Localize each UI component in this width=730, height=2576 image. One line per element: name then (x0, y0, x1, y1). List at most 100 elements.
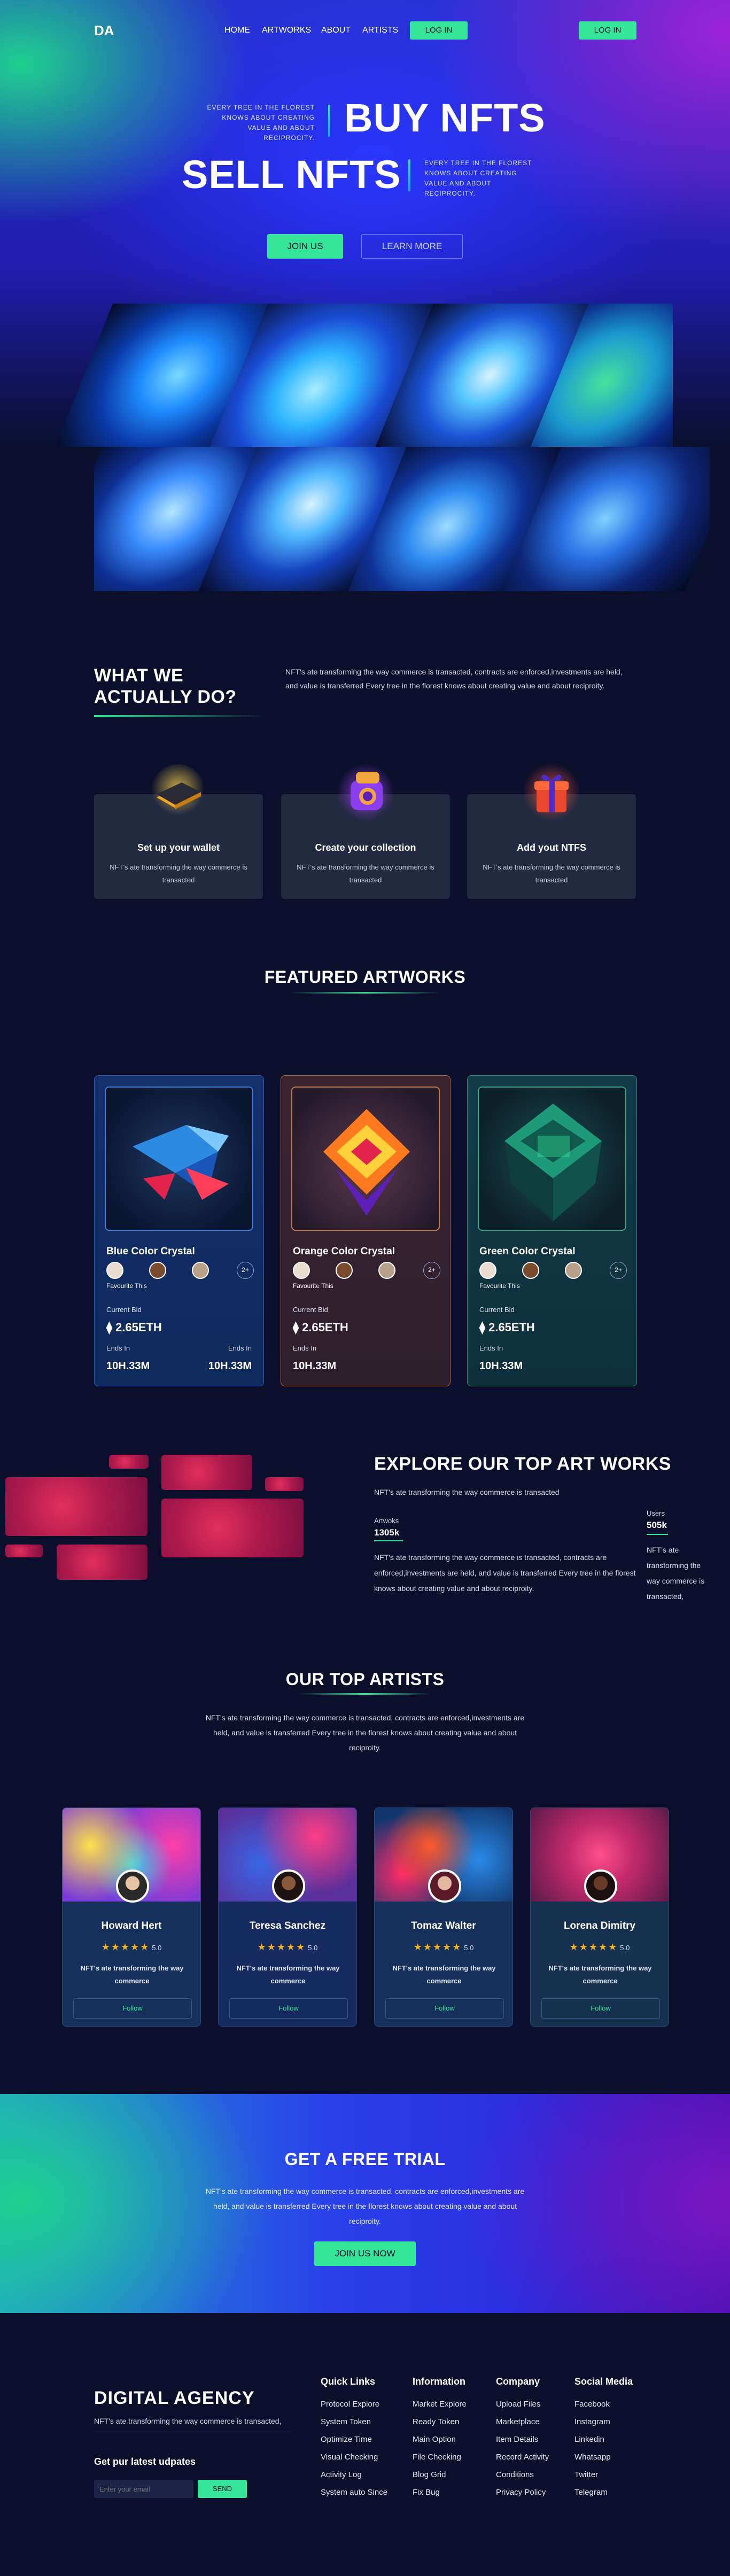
artist-avatar[interactable] (272, 1869, 305, 1903)
footer-link[interactable]: Fix Bug (413, 2488, 440, 2497)
footer-link-telegram[interactable]: Telegram (574, 2488, 608, 2497)
ends-in-label: Ends In (479, 1344, 503, 1352)
footer-link[interactable]: Optimize Time (321, 2435, 372, 2444)
footer-link[interactable]: Conditions (496, 2470, 534, 2479)
avatar[interactable] (336, 1262, 353, 1279)
green-crystal-icon (504, 1104, 602, 1221)
footer-brand-desc: NFT's ate transforming the way commerce … (94, 2417, 282, 2425)
artist-avatar[interactable] (584, 1869, 617, 1903)
nav-home[interactable]: HOME (224, 26, 250, 35)
footer-link[interactable]: Upload Files (496, 2400, 540, 2409)
follow-button[interactable]: Follow (229, 1998, 348, 2019)
bidder-avatars: Favourite This 2+ (106, 1262, 254, 1290)
rating-stars: ★★★★★ 5.0 (569, 1942, 630, 1952)
footer-link[interactable]: Ready Token (413, 2417, 459, 2426)
artist-name: Teresa Sanchez (249, 1920, 326, 1931)
artist-card[interactable]: Tomaz Walter ★★★★★ 5.0 NFT's ate transfor… (374, 1807, 513, 2027)
footer-brand: DIGITAL AGENCY (94, 2388, 255, 2408)
artist-card[interactable]: Lorena Dimitry ★★★★★ 5.0 NFT's ate transf… (530, 1807, 669, 2027)
footer-link-facebook[interactable]: Facebook (574, 2400, 610, 2409)
join-us-now-button[interactable]: JOIN US NOW (314, 2241, 416, 2266)
avatar[interactable] (565, 1262, 582, 1279)
artwork-image-blue[interactable] (105, 1087, 253, 1231)
hero-art-strip-top (57, 304, 673, 447)
newsletter-send-button[interactable]: SEND (198, 2480, 247, 2498)
artist-card[interactable]: Teresa Sanchez ★★★★★ 5.0 NFT's ate transf… (218, 1807, 357, 2027)
artist-card[interactable]: Howard Hert ★★★★★ 5.0 NFT's ate transform… (62, 1807, 201, 2027)
footer-link[interactable]: Item Details (496, 2435, 538, 2444)
footer-link-twitter[interactable]: Twitter (574, 2470, 598, 2479)
footer-col-title: Information (413, 2376, 465, 2387)
footer-link-instagram[interactable]: Instagram (574, 2417, 610, 2426)
follow-button[interactable]: Follow (385, 1998, 504, 2019)
header-login-button[interactable]: LOG IN (579, 21, 636, 40)
artists-title: OUR TOP ARTISTS (285, 1670, 445, 1689)
more-bidders-badge[interactable]: 2+ (237, 1262, 254, 1279)
artwork-card-green[interactable]: Green Color Crystal Favourite This 2+ Cu… (467, 1075, 637, 1386)
footer-link[interactable]: System Token (321, 2417, 371, 2426)
art-tile (161, 1455, 252, 1490)
avatar[interactable]: Favourite This (479, 1262, 520, 1290)
explore-title: EXPLORE OUR TOP ART WORKS (374, 1454, 671, 1474)
hero-art-strip-bottom (94, 447, 710, 591)
footer-link[interactable]: Record Activity (496, 2453, 549, 2462)
camera-icon (337, 763, 394, 821)
artwork-image-orange[interactable] (291, 1087, 440, 1231)
bid-amount: 2.65ETH (488, 1321, 535, 1334)
learn-more-button[interactable]: LEARN MORE (361, 234, 463, 259)
ends-in-label: Ends In (228, 1344, 252, 1352)
more-bidders-badge[interactable]: 2+ (423, 1262, 440, 1279)
footer-link[interactable]: Privacy Policy (496, 2488, 546, 2497)
nav-login-button[interactable]: LOG IN (410, 21, 468, 40)
art-tile (161, 1499, 304, 1557)
footer-link[interactable]: Main Option (413, 2435, 456, 2444)
join-us-button[interactable]: JOIN US (267, 234, 343, 259)
footer-link[interactable]: Blog Grid (413, 2470, 446, 2479)
avatar[interactable]: Favourite This (106, 1262, 147, 1290)
ethereum-icon: ⧫ (479, 1321, 485, 1334)
footer-link[interactable]: Protocol Explore (321, 2400, 379, 2409)
follow-button[interactable]: Follow (73, 1998, 192, 2019)
avatar[interactable] (192, 1262, 209, 1279)
feature-card-desc: NFT's ate transforming the way commerce … (297, 863, 434, 884)
art-tile (265, 1477, 304, 1491)
nav-artists[interactable]: ARTISTS (362, 26, 398, 35)
footer-col-title: Company (496, 2376, 540, 2387)
more-bidders-badge[interactable]: 2+ (610, 1262, 627, 1279)
avatar[interactable] (149, 1262, 166, 1279)
trial-description: NFT's ate transforming the way commerce … (205, 2187, 525, 2225)
artist-avatar[interactable] (428, 1869, 461, 1903)
footer-link-linkedin[interactable]: Linkedin (574, 2435, 604, 2444)
artwork-image-green[interactable] (478, 1087, 626, 1231)
favourite-label: Favourite This (293, 1282, 333, 1290)
art-tile (57, 1545, 147, 1580)
footer-link[interactable]: Visual Checking (321, 2453, 378, 2462)
nav-artworks[interactable]: ARTWORKS (262, 26, 311, 35)
avatar[interactable]: Favourite This (293, 1262, 333, 1290)
rating-value: 5.0 (464, 1944, 474, 1952)
logo[interactable]: DA (94, 22, 114, 39)
footer-link[interactable]: Market Explore (413, 2400, 467, 2409)
artists-description: NFT's ate transforming the way commerce … (205, 1713, 525, 1752)
footer-link[interactable]: Marketplace (496, 2417, 540, 2426)
footer-link[interactable]: File Checking (413, 2453, 461, 2462)
art-tile (5, 1545, 43, 1557)
footer-link[interactable]: System auto Since (321, 2488, 387, 2497)
avatar[interactable] (378, 1262, 395, 1279)
newsletter-email-input[interactable] (94, 2480, 193, 2498)
footer-col-title: Social Media (574, 2376, 633, 2387)
follow-button[interactable]: Follow (541, 1998, 660, 2019)
artwork-card-orange[interactable]: Orange Color Crystal Favourite This 2+ C… (281, 1075, 451, 1386)
nav-about[interactable]: ABOUT (321, 26, 351, 35)
artwork-card-blue[interactable]: Blue Color Crystal Favourite This 2+ Cur… (94, 1075, 264, 1386)
blue-crystal-icon (133, 1125, 229, 1200)
current-bid-value: ⧫ 2.65ETH (479, 1321, 535, 1334)
artist-avatar[interactable] (116, 1869, 149, 1903)
avatar[interactable] (522, 1262, 539, 1279)
hero-tagline-bottom: EVERY TREE IN THE FLOREST KNOWS ABOUT CR… (424, 159, 532, 197)
ethereum-icon: ⧫ (293, 1321, 299, 1334)
favourite-label: Favourite This (106, 1282, 147, 1290)
featured-title: FEATURED ARTWORKS (264, 967, 466, 987)
footer-link[interactable]: Activity Log (321, 2470, 362, 2479)
footer-link-whatsapp[interactable]: Whatsapp (574, 2453, 611, 2462)
